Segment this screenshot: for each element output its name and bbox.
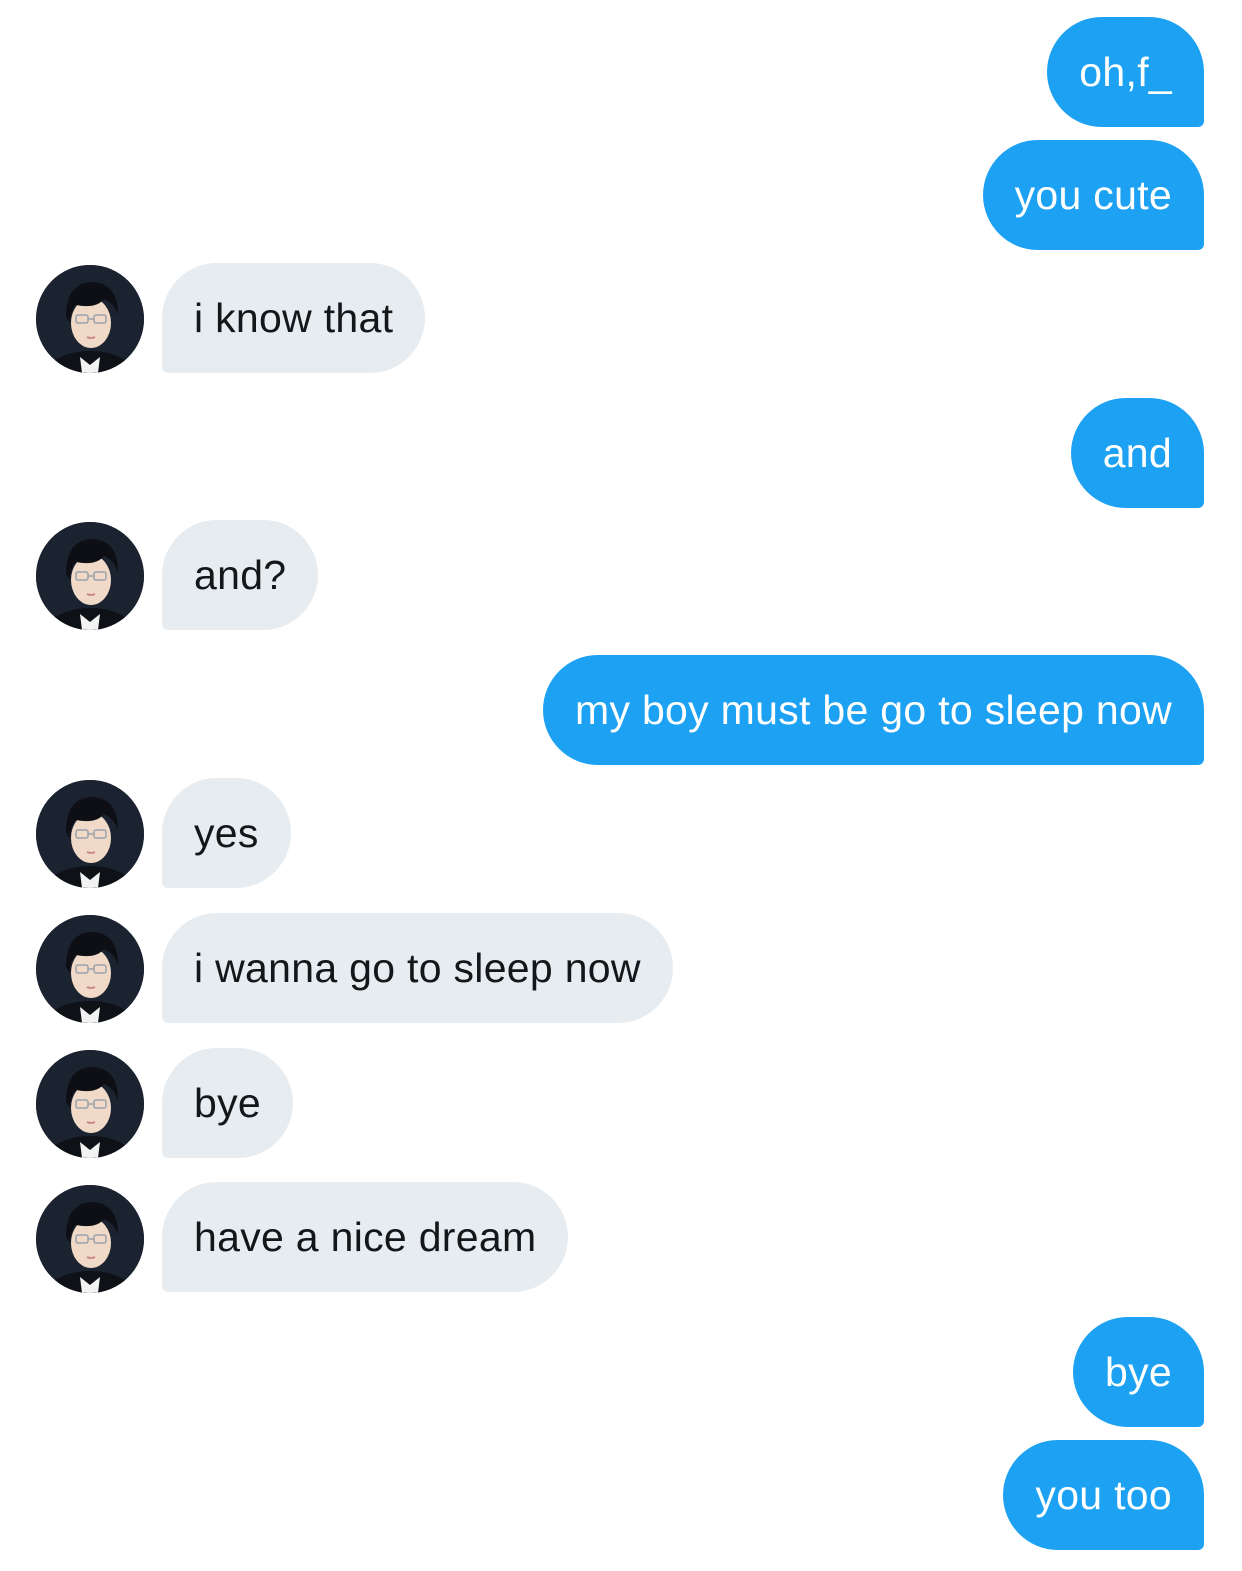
avatar-photo-icon [36, 780, 144, 888]
contact-avatar[interactable] [36, 780, 144, 888]
message-bubble-sent[interactable]: you too [1003, 1440, 1204, 1550]
message-bubble-received[interactable]: and? [162, 520, 319, 630]
contact-avatar[interactable] [36, 1185, 144, 1293]
avatar-photo-icon [36, 1050, 144, 1158]
avatar-photo-icon [36, 1185, 144, 1293]
message-bubble-received[interactable]: bye [162, 1048, 294, 1158]
message-bubble-sent[interactable]: you cute [982, 140, 1204, 250]
message-bubble-sent[interactable]: bye [1072, 1317, 1204, 1427]
avatar-photo-icon [36, 915, 144, 1023]
contact-avatar[interactable] [36, 522, 144, 630]
contact-avatar[interactable] [36, 915, 144, 1023]
message-bubble-received[interactable]: i wanna go to sleep now [162, 913, 673, 1023]
message-bubble-sent[interactable]: my boy must be go to sleep now [543, 655, 1204, 765]
avatar-photo-icon [36, 522, 144, 630]
contact-avatar[interactable] [36, 265, 144, 373]
message-bubble-received[interactable]: have a nice dream [162, 1182, 569, 1292]
message-bubble-received[interactable]: yes [162, 778, 291, 888]
message-bubble-sent[interactable]: and [1070, 398, 1204, 508]
message-bubble-received[interactable]: i know that [162, 263, 426, 373]
avatar-photo-icon [36, 265, 144, 373]
message-bubble-sent[interactable]: oh,f_ [1047, 17, 1204, 127]
contact-avatar[interactable] [36, 1050, 144, 1158]
